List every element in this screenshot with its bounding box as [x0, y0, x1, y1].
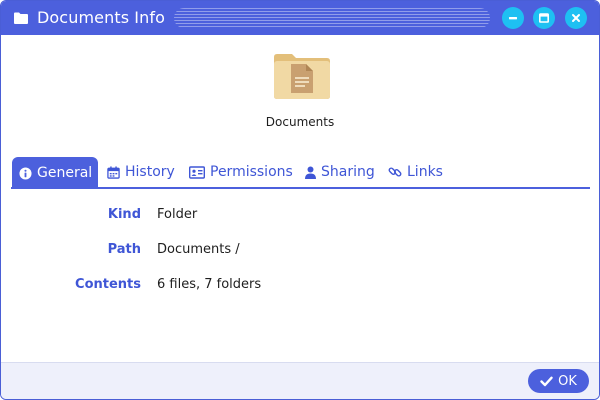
title-bar-drag-area[interactable]	[174, 8, 490, 28]
info-window: Documents Info Documents General History…	[0, 0, 600, 400]
calendar-icon	[107, 165, 120, 179]
folder-document-icon	[272, 51, 332, 101]
tab-label: General	[37, 165, 93, 181]
info-icon	[19, 166, 32, 180]
minimize-button[interactable]	[502, 7, 524, 29]
property-value: Documents /	[157, 242, 240, 257]
tab-underline	[11, 187, 590, 189]
user-icon	[305, 166, 316, 179]
id-card-icon	[189, 165, 205, 179]
property-row-kind: Kind Folder	[1, 205, 599, 225]
tab-label: Sharing	[321, 164, 375, 180]
maximize-button[interactable]	[533, 7, 555, 29]
tab-history[interactable]: History	[107, 157, 175, 187]
ok-button[interactable]: OK	[528, 369, 589, 393]
close-button[interactable]	[565, 7, 587, 29]
folder-icon	[13, 10, 29, 26]
dialog-footer: OK	[1, 362, 599, 399]
title-bar[interactable]: Documents Info	[1, 1, 599, 35]
property-value: 6 files, 7 folders	[157, 277, 262, 292]
tab-general[interactable]: General	[12, 157, 98, 189]
maximize-icon	[538, 12, 550, 24]
tab-links[interactable]: Links	[388, 157, 443, 187]
checkmark-icon	[540, 376, 553, 387]
property-value: Folder	[157, 207, 198, 222]
tab-label: History	[125, 164, 175, 180]
tab-label: Permissions	[210, 164, 293, 180]
property-row-path: Path Documents /	[1, 240, 599, 260]
tab-permissions[interactable]: Permissions	[189, 157, 293, 187]
close-icon	[570, 12, 582, 24]
property-row-contents: Contents 6 files, 7 folders	[1, 275, 599, 295]
tab-label: Links	[407, 164, 443, 180]
ok-label: OK	[558, 373, 577, 389]
item-name: Documents	[265, 115, 335, 129]
tab-bar: General History Permissions Sharing Link…	[11, 157, 591, 189]
tab-sharing[interactable]: Sharing	[305, 157, 375, 187]
property-label: Path	[107, 242, 141, 257]
property-label: Kind	[107, 207, 141, 222]
window-title: Documents Info	[37, 8, 165, 27]
link-icon	[388, 165, 402, 179]
minimize-icon	[507, 12, 519, 24]
property-label: Contents	[75, 277, 141, 292]
